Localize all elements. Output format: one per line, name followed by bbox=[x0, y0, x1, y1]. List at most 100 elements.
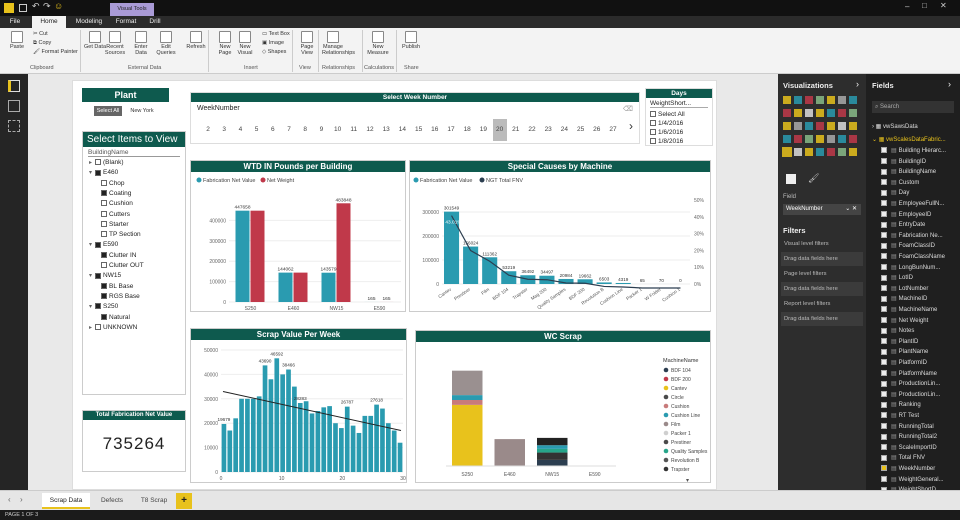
cut-button[interactable]: ✂ Cut bbox=[33, 30, 78, 39]
copy-button[interactable]: ⧉ Copy bbox=[33, 39, 78, 48]
week-number-26[interactable]: 26 bbox=[590, 119, 604, 141]
days-item[interactable]: Select All bbox=[650, 110, 712, 119]
bar[interactable] bbox=[336, 203, 351, 302]
week-number-21[interactable]: 21 bbox=[509, 119, 523, 141]
field-item[interactable]: ▤ MachineName bbox=[866, 305, 960, 316]
building-item[interactable]: BL Base bbox=[101, 283, 133, 290]
field-checkbox-icon[interactable] bbox=[881, 444, 887, 451]
fields-well-icon[interactable] bbox=[786, 174, 796, 184]
field-checkbox-icon[interactable] bbox=[881, 200, 887, 207]
bar[interactable] bbox=[596, 282, 612, 284]
bar[interactable] bbox=[293, 272, 308, 302]
bar[interactable] bbox=[286, 369, 291, 472]
bar[interactable] bbox=[245, 398, 250, 472]
week-number-24[interactable]: 24 bbox=[557, 119, 571, 141]
field-checkbox-icon[interactable] bbox=[881, 391, 887, 398]
week-number-4[interactable]: 4 bbox=[233, 119, 247, 141]
bar[interactable] bbox=[250, 210, 265, 302]
field-checkbox-icon[interactable] bbox=[881, 242, 887, 249]
visual-type-icon[interactable] bbox=[805, 109, 813, 117]
search-input[interactable]: ⌕ Search bbox=[872, 101, 954, 113]
field-checkbox-icon[interactable] bbox=[881, 306, 887, 313]
week-number-16[interactable]: 16 bbox=[428, 119, 442, 141]
field-item[interactable]: ▤ BuildingName bbox=[866, 167, 960, 178]
ribbon-button-enter-data[interactable]: Enter Data bbox=[130, 31, 152, 56]
field-item[interactable]: ▤ EmployeeID bbox=[866, 210, 960, 221]
drop-zone[interactable]: Drag data fields here bbox=[781, 252, 863, 266]
visual-type-icon[interactable] bbox=[838, 148, 846, 156]
visual-type-icon[interactable] bbox=[849, 135, 857, 143]
visual-type-icon[interactable] bbox=[794, 109, 802, 117]
building-item[interactable]: TP Section bbox=[101, 231, 141, 238]
visual-type-icon[interactable] bbox=[849, 122, 857, 130]
field-checkbox-icon[interactable] bbox=[881, 380, 887, 387]
ribbon-button-get-data[interactable]: Get Data bbox=[84, 31, 106, 50]
table-vwsawsdata[interactable]: › ▦ vwSawsData bbox=[872, 123, 918, 130]
field-checkbox-icon[interactable] bbox=[881, 147, 887, 154]
next-arrow-icon[interactable]: › bbox=[629, 119, 633, 133]
add-page-button[interactable]: + bbox=[176, 493, 192, 509]
field-item[interactable]: ▤ PlantName bbox=[866, 347, 960, 358]
building-item[interactable]: Chop bbox=[101, 180, 125, 187]
tab-nav-right-icon[interactable]: › bbox=[20, 495, 23, 504]
field-checkbox-icon[interactable] bbox=[881, 317, 887, 324]
field-item[interactable]: ▤ FoamClassName bbox=[866, 252, 960, 263]
field-item[interactable]: ▤ Notes bbox=[866, 326, 960, 337]
visual-type-icon[interactable] bbox=[783, 135, 791, 143]
field-checkbox-icon[interactable] bbox=[881, 232, 887, 239]
week-number-14[interactable]: 14 bbox=[395, 119, 409, 141]
week-number-10[interactable]: 10 bbox=[331, 119, 345, 141]
field-checkbox-icon[interactable] bbox=[881, 465, 887, 472]
bar[interactable] bbox=[309, 413, 315, 472]
bar[interactable] bbox=[321, 407, 327, 472]
field-item[interactable]: ▤ Ranking bbox=[866, 400, 960, 411]
data-view-icon[interactable] bbox=[8, 100, 20, 112]
field-item[interactable]: ▤ WeightGeneral... bbox=[866, 475, 960, 486]
drop-zone[interactable]: Drag data fields here bbox=[781, 282, 863, 296]
field-item[interactable]: ▤ LotID bbox=[866, 273, 960, 284]
visual-type-icon[interactable] bbox=[838, 135, 846, 143]
week-number-3[interactable]: 3 bbox=[217, 119, 231, 141]
building-item[interactable]: Starter bbox=[101, 221, 129, 228]
minimize-icon[interactable]: – bbox=[905, 2, 909, 11]
visual-type-icon[interactable] bbox=[838, 96, 846, 104]
field-checkbox-icon[interactable] bbox=[881, 433, 887, 440]
stack-segment[interactable] bbox=[537, 437, 568, 446]
bar[interactable] bbox=[239, 398, 244, 472]
bar[interactable] bbox=[315, 411, 321, 472]
visual-type-icon[interactable] bbox=[838, 109, 846, 117]
field-item[interactable]: ▤ Total FNV bbox=[866, 453, 960, 464]
visual-type-icon[interactable] bbox=[805, 96, 813, 104]
days-item[interactable]: 1/4/2016 bbox=[650, 119, 712, 128]
bar[interactable] bbox=[268, 379, 274, 472]
field-item[interactable]: ▤ Building Hierarc... bbox=[866, 146, 960, 157]
bar[interactable] bbox=[256, 396, 262, 472]
stack-segment[interactable] bbox=[537, 452, 568, 460]
visual-type-icon[interactable] bbox=[783, 96, 791, 104]
field-checkbox-icon[interactable] bbox=[881, 211, 887, 218]
bar[interactable] bbox=[362, 415, 368, 472]
building-item[interactable]: Cutters bbox=[101, 211, 130, 218]
field-checkbox-icon[interactable] bbox=[881, 412, 887, 419]
week-number-13[interactable]: 13 bbox=[379, 119, 393, 141]
visual-type-icon[interactable] bbox=[816, 122, 824, 130]
ribbon-button-new-visual[interactable]: New Visual bbox=[234, 31, 256, 56]
stack-segment[interactable] bbox=[452, 395, 483, 400]
ribbon-button-new-measure[interactable]: New Measure bbox=[367, 31, 389, 56]
field-checkbox-icon[interactable] bbox=[881, 221, 887, 228]
field-checkbox-icon[interactable] bbox=[881, 338, 887, 345]
tab-format[interactable]: Format bbox=[110, 16, 142, 28]
field-checkbox-icon[interactable] bbox=[881, 401, 887, 408]
week-number-9[interactable]: 9 bbox=[314, 119, 328, 141]
text-box-button[interactable]: ▭ Text Box bbox=[262, 30, 290, 39]
building-item[interactable]: ▸ UNKNOWN bbox=[89, 324, 137, 331]
stack-segment[interactable] bbox=[537, 448, 568, 453]
field-checkbox-icon[interactable] bbox=[881, 359, 887, 366]
field-item[interactable]: ▤ ProductionLin... bbox=[866, 390, 960, 401]
visual-type-icon[interactable] bbox=[816, 148, 824, 156]
bar[interactable] bbox=[333, 423, 338, 472]
stack-segment[interactable] bbox=[452, 400, 483, 405]
bar[interactable] bbox=[463, 246, 479, 284]
building-item[interactable]: Coating bbox=[101, 190, 131, 197]
visual-type-icon[interactable] bbox=[783, 122, 791, 130]
